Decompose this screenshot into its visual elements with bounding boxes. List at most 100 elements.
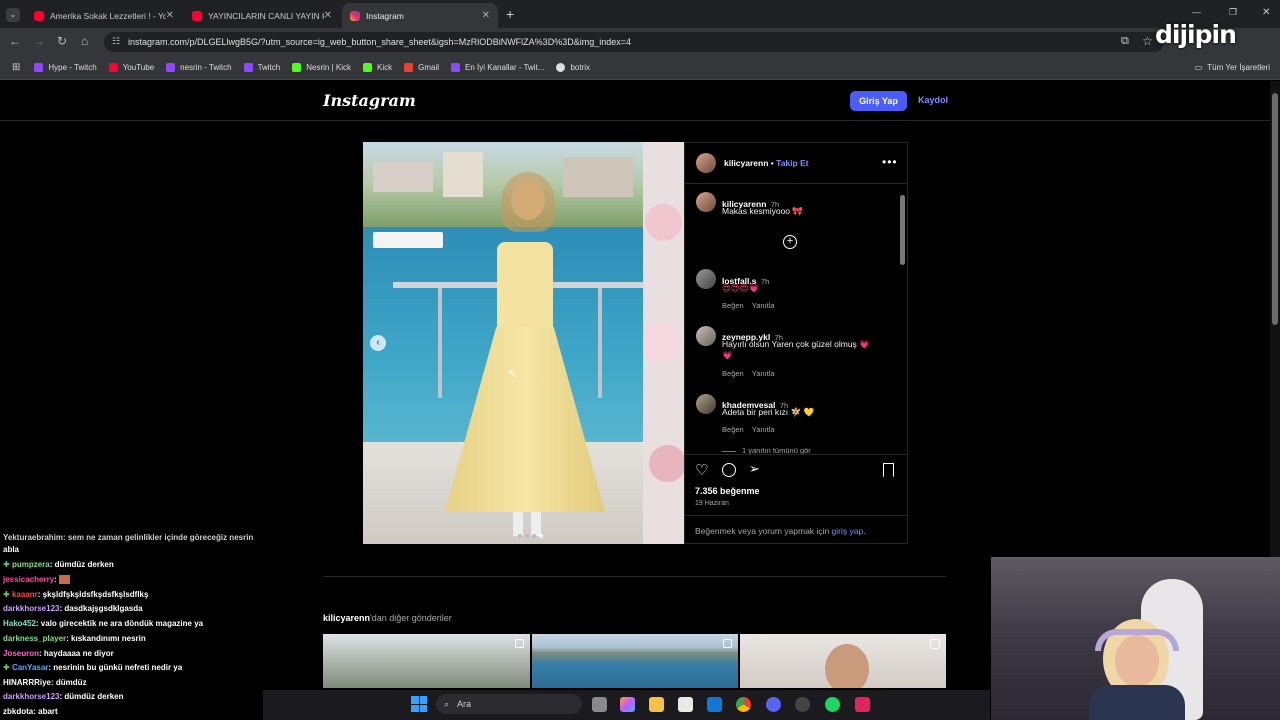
bookmark-item[interactable]: botrix — [556, 63, 590, 72]
bookmark-star-icon[interactable]: ☆ — [1142, 34, 1153, 48]
file-explorer-icon[interactable] — [649, 697, 664, 712]
chat-text: : dümdüz derken — [59, 692, 124, 701]
bookmark-item[interactable]: Twitch — [243, 63, 280, 72]
chat-username: zbkdota — [3, 707, 34, 716]
follow-button[interactable]: Takip Et — [776, 158, 808, 168]
post-image[interactable]: ‹ ↖ — [363, 142, 684, 544]
chat-message: Yekturaebrahim: sem ne zaman gelinlikler… — [3, 533, 253, 542]
taskbar-search[interactable]: ⌕ Ara — [436, 694, 582, 714]
chat-text: : kıskandınımı nesrin — [66, 634, 146, 643]
like-comment-button[interactable]: Beğen — [722, 425, 744, 434]
close-tab-icon[interactable]: ✕ — [324, 10, 332, 21]
more-posts-username[interactable]: kilicyarenn — [323, 613, 370, 623]
signup-link[interactable]: Kaydol — [918, 95, 948, 105]
search-placeholder: Ara — [457, 699, 472, 709]
minimize-icon[interactable]: — — [1192, 7, 1201, 17]
grid-post-thumbnail[interactable] — [323, 634, 530, 688]
chat-text: : abart — [33, 707, 58, 716]
forward-icon[interactable]: → — [33, 34, 45, 48]
bookmark-item[interactable]: Nesrin | Kick — [292, 63, 351, 72]
more-options-icon[interactable]: ••• — [882, 155, 898, 169]
address-bar[interactable]: ☷ instagram.com/p/DLGELlwgB5G/?utm_sourc… — [104, 32, 1164, 52]
login-link[interactable]: giriş yap — [832, 526, 864, 536]
tab-search-button[interactable]: ⌄ — [6, 8, 20, 22]
hair — [501, 172, 555, 232]
scrollbar-thumb[interactable] — [1272, 93, 1278, 325]
chat-message: zbkdota: abart — [3, 707, 58, 716]
install-app-icon[interactable]: ⧉ — [1121, 35, 1129, 48]
back-icon[interactable]: ← — [9, 34, 21, 48]
outlook-icon[interactable] — [707, 697, 722, 712]
chat-message: darkness_player: kıskandınımı nesrin — [3, 634, 146, 643]
reply-button[interactable]: Yanıtla — [752, 425, 775, 434]
avatar[interactable] — [696, 394, 716, 414]
chrome-icon[interactable] — [736, 697, 751, 712]
chat-text: : şkşldfşkşldsfkşdsfkşlsdflkş — [37, 590, 149, 599]
login-button[interactable]: Giriş Yap — [850, 91, 907, 111]
apps-grid-icon[interactable]: ⊞ — [12, 62, 20, 73]
task-view-icon[interactable] — [592, 697, 607, 712]
avatar[interactable] — [696, 269, 716, 289]
home-icon[interactable]: ⌂ — [81, 34, 88, 48]
bookmark-item[interactable]: nesrin - Twitch — [166, 63, 232, 72]
like-heart-icon[interactable]: ♡ — [695, 461, 708, 479]
badge-icon: ✚ — [3, 560, 12, 569]
avatar[interactable] — [696, 153, 716, 173]
building — [373, 162, 433, 192]
reply-button[interactable]: Yanıtla — [752, 301, 775, 310]
avatar[interactable] — [696, 192, 716, 212]
reload-icon[interactable]: ↻ — [57, 34, 67, 48]
copilot-icon[interactable] — [620, 697, 635, 712]
bookmark-item[interactable]: Hype - Twitch — [34, 63, 97, 72]
scrollbar-thumb[interactable] — [900, 195, 905, 265]
grid-post-thumbnail[interactable] — [532, 634, 738, 688]
like-comment-button[interactable]: Beğen — [722, 369, 744, 378]
like-comment-button[interactable]: Beğen — [722, 301, 744, 310]
tab-instagram[interactable]: Instagram ✕ — [342, 3, 498, 28]
load-more-comments-icon[interactable]: + — [783, 235, 797, 249]
chat-text: : sem ne zaman gelinlikler içinde görece… — [63, 533, 254, 542]
site-info-icon[interactable]: ☷ — [112, 36, 120, 47]
steam-icon[interactable] — [795, 697, 810, 712]
chat-username: jessicacherry — [3, 575, 55, 584]
grid-post-thumbnail[interactable] — [740, 634, 946, 688]
chat-username: Yekturaebrahim — [3, 533, 64, 542]
bookmark-item[interactable]: YouTube — [108, 63, 154, 72]
bookmark-item[interactable]: Gmail — [404, 63, 439, 72]
comment-bubble-icon[interactable] — [722, 463, 736, 477]
view-replies-link[interactable]: 1 yanıtın tümünü gör — [722, 446, 811, 454]
save-bookmark-icon[interactable] — [883, 463, 894, 477]
comments-scrollbar[interactable] — [900, 187, 906, 451]
spotify-icon[interactable] — [825, 697, 840, 712]
close-window-icon[interactable]: ✕ — [1262, 7, 1270, 18]
streaming-app-icon[interactable] — [855, 697, 870, 712]
tab-youtube-1[interactable]: Amerika Sokak Lezzetleri ! - You ✕ — [26, 3, 182, 28]
kick-icon — [292, 63, 302, 72]
maximize-icon[interactable]: ❐ — [1229, 7, 1237, 18]
instagram-logo[interactable]: Instagram — [323, 91, 416, 110]
likes-count[interactable]: 7.356 beğenme — [695, 486, 760, 496]
store-icon[interactable] — [678, 697, 693, 712]
bookmark-item[interactable]: En İyi Kanallar - Twit... — [451, 63, 544, 72]
badge-icon: ✚ — [3, 663, 12, 672]
all-bookmarks-folder[interactable]: ▭ Tüm Yer İşaretleri — [1195, 63, 1270, 72]
share-send-icon[interactable]: ➢ — [749, 461, 760, 477]
close-tab-icon[interactable]: ✕ — [166, 10, 174, 21]
chat-text: : haydaaaa ne diyor — [39, 649, 114, 658]
tab-title: Instagram — [366, 10, 404, 21]
bookmark-item[interactable]: Kick — [363, 63, 392, 72]
youtube-icon — [34, 10, 44, 21]
windows-start-icon[interactable] — [411, 696, 427, 712]
post-author-username[interactable]: kilicyarenn — [724, 158, 768, 168]
tab-youtube-2[interactable]: YAYINCILARIN CANLI YAYIN KAZ ✕ — [184, 3, 340, 28]
previous-image-button[interactable]: ‹ — [370, 335, 386, 351]
chat-text: : dümdüz — [51, 678, 87, 687]
chat-text: : valo girecektik ne ara döndük magazine… — [35, 619, 204, 628]
close-tab-icon[interactable]: ✕ — [482, 10, 490, 21]
chat-text: abla — [3, 545, 20, 554]
reply-button[interactable]: Yanıtla — [752, 369, 775, 378]
discord-icon[interactable] — [766, 697, 781, 712]
new-tab-icon[interactable]: + — [506, 6, 514, 22]
chat-text: : dasdkajşgsdklgasda — [59, 604, 143, 613]
avatar[interactable] — [696, 326, 716, 346]
